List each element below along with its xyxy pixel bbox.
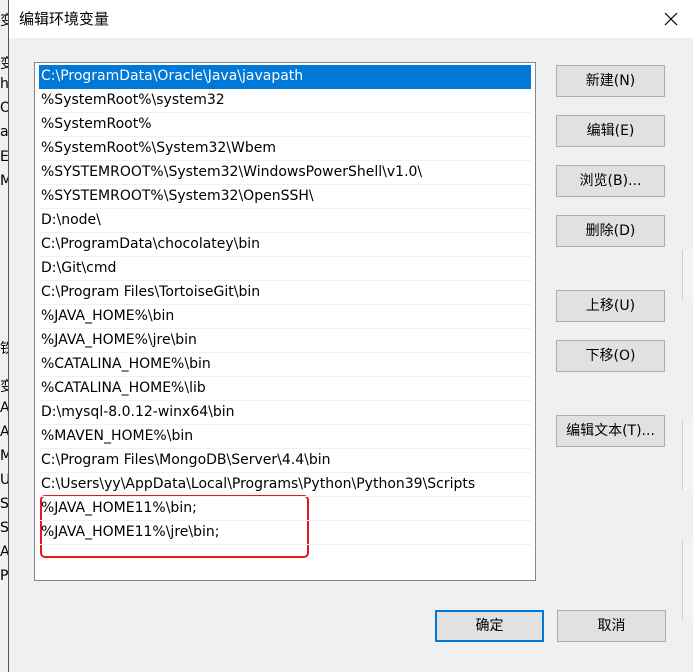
path-list-item[interactable]: %JAVA_HOME11%\bin; <box>39 497 531 521</box>
path-list-item[interactable]: D:\mysql-8.0.12-winx64\bin <box>39 401 531 425</box>
path-list-item[interactable]: %SystemRoot%\system32 <box>39 89 531 113</box>
path-list-item[interactable]: %SystemRoot%\System32\Wbem <box>39 137 531 161</box>
path-list-item[interactable]: %JAVA_HOME%\bin <box>39 305 531 329</box>
path-list-item[interactable]: C:\ProgramData\Oracle\Java\javapath <box>39 65 531 89</box>
move-down-button[interactable]: 下移(O) <box>556 340 665 372</box>
path-list-item[interactable]: C:\Program Files\TortoiseGit\bin <box>39 281 531 305</box>
dialog-title: 编辑环境变量 <box>19 10 110 28</box>
path-list-item[interactable]: %CATALINA_HOME%\bin <box>39 353 531 377</box>
background-window-edge <box>682 420 693 490</box>
path-list-item[interactable]: %SystemRoot% <box>39 113 531 137</box>
close-button[interactable] <box>648 0 693 38</box>
path-list-item[interactable]: C:\Users\yy\AppData\Local\Programs\Pytho… <box>39 473 531 497</box>
background-window-edge <box>682 250 693 300</box>
edit-text-button[interactable]: 编辑文本(T)... <box>556 415 665 447</box>
path-list-item[interactable]: C:\Program Files\MongoDB\Server\4.4\bin <box>39 449 531 473</box>
path-list-item[interactable]: D:\Git\cmd <box>39 257 531 281</box>
path-list-item[interactable]: %CATALINA_HOME%\lib <box>39 377 531 401</box>
new-button[interactable]: 新建(N) <box>556 65 665 97</box>
cancel-button[interactable]: 取消 <box>557 610 666 642</box>
path-list-item[interactable]: %SYSTEMROOT%\System32\OpenSSH\ <box>39 185 531 209</box>
path-list-item[interactable]: C:\ProgramData\chocolatey\bin <box>39 233 531 257</box>
background-window-edge <box>682 540 693 620</box>
title-bar[interactable]: 编辑环境变量 <box>9 0 693 38</box>
browse-button[interactable]: 浏览(B)... <box>556 165 665 197</box>
ok-button[interactable]: 确定 <box>435 610 544 642</box>
edit-environment-variable-dialog: 编辑环境变量 C:\ProgramData\Oracle\Java\javapa… <box>8 0 693 672</box>
path-list-item[interactable]: %JAVA_HOME11%\jre\bin; <box>39 521 531 545</box>
path-list[interactable]: C:\ProgramData\Oracle\Java\javapath %Syst… <box>34 62 536 581</box>
path-list-item[interactable]: %MAVEN_HOME%\bin <box>39 425 531 449</box>
path-list-item[interactable]: %JAVA_HOME%\jre\bin <box>39 329 531 353</box>
close-icon <box>664 12 678 26</box>
edit-button[interactable]: 编辑(E) <box>556 115 665 147</box>
delete-button[interactable]: 删除(D) <box>556 215 665 247</box>
path-list-item[interactable]: %SYSTEMROOT%\System32\WindowsPowerShell\… <box>39 161 531 185</box>
move-up-button[interactable]: 上移(U) <box>556 290 665 322</box>
path-list-item[interactable]: D:\node\ <box>39 209 531 233</box>
